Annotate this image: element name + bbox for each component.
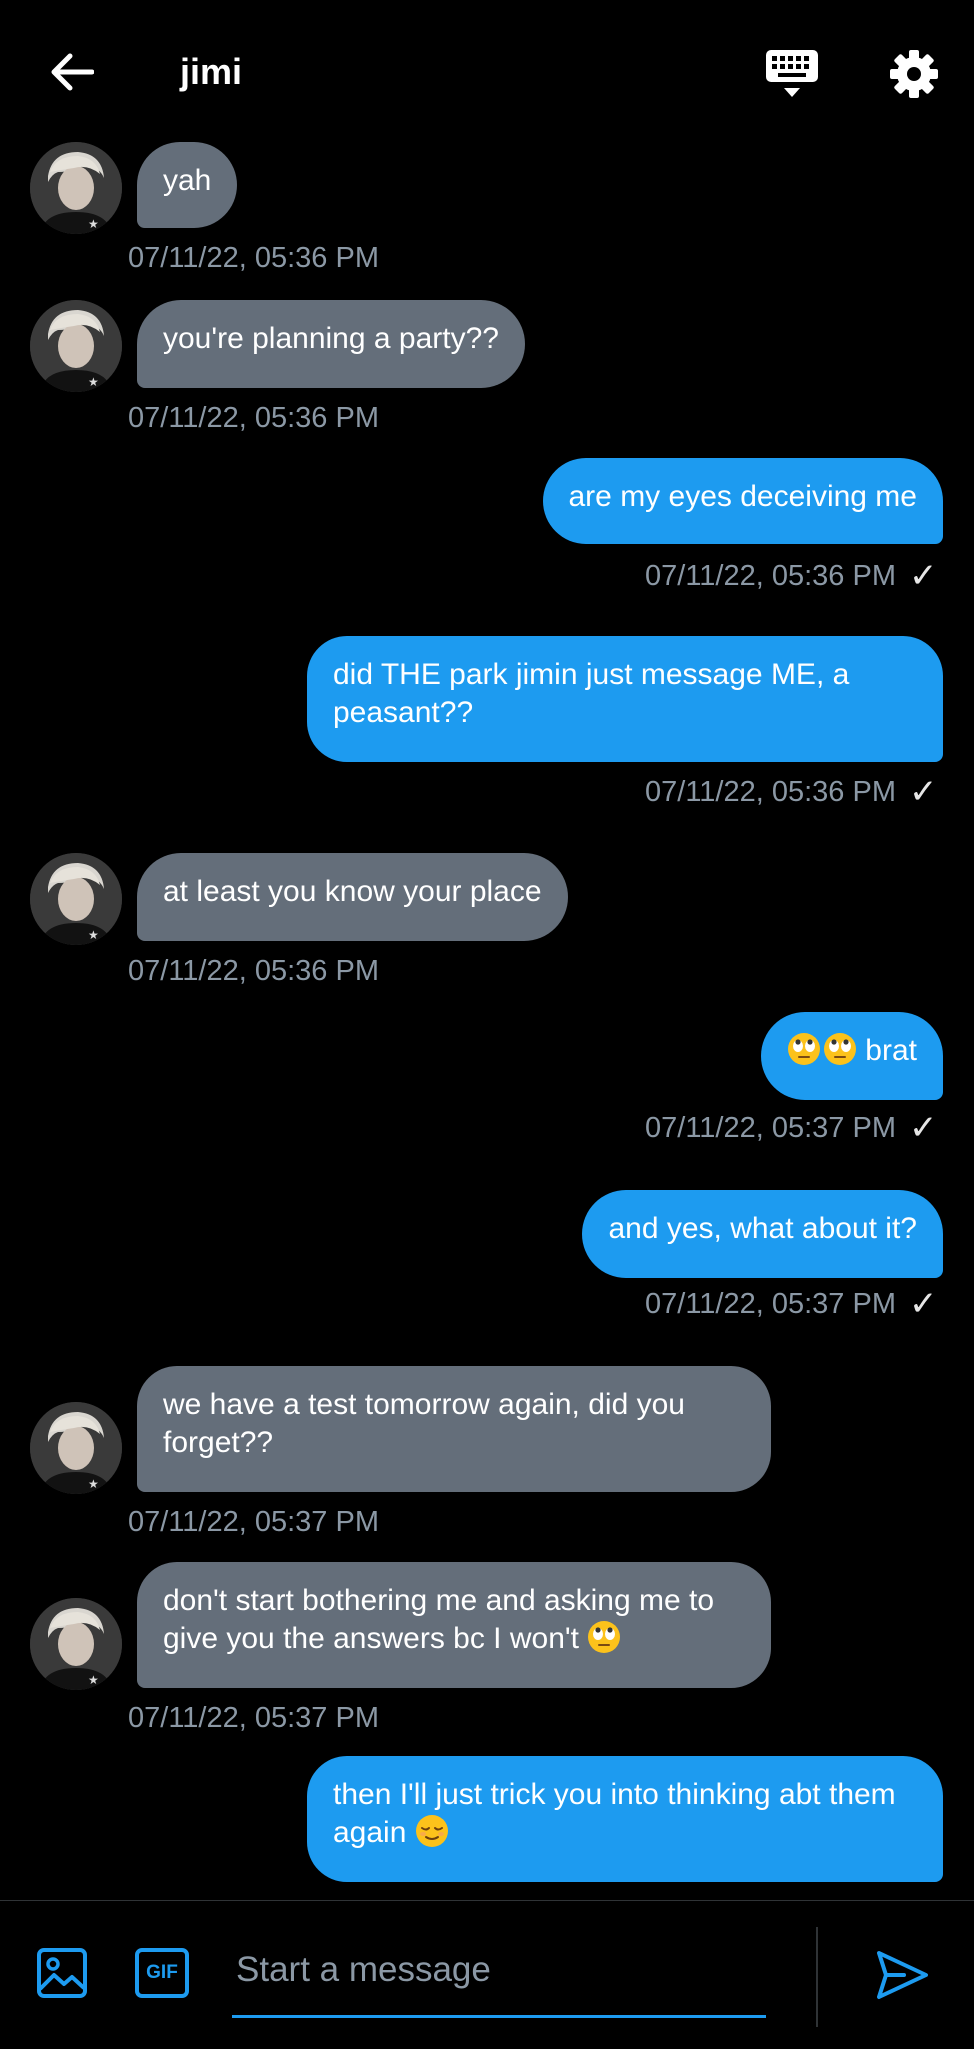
incoming-message[interactable]: you're planning a party?? — [137, 300, 525, 388]
svg-text:★: ★ — [88, 928, 99, 942]
message-text: at least you know your place — [163, 875, 542, 908]
message-text: don't start bothering me and asking me t… — [163, 1584, 715, 1655]
message-text: we have a test tomorrow again, did you f… — [163, 1388, 685, 1459]
avatar[interactable]: ★ — [30, 1402, 122, 1494]
read-check-icon: ✓ — [909, 557, 938, 595]
message-timestamp: 07/11/22, 05:36 PM — [128, 955, 379, 987]
conversation-title: jimi — [180, 51, 243, 92]
read-check-icon: ✓ — [909, 1109, 938, 1147]
back-button[interactable] — [42, 44, 102, 100]
keyboard-button[interactable] — [760, 44, 824, 104]
gear-icon — [890, 50, 938, 98]
eye-roll-emoji — [823, 1033, 856, 1065]
send-icon — [877, 1951, 928, 1999]
outgoing-message[interactable]: brat — [760, 1012, 943, 1100]
avatar-image: ★ — [30, 853, 122, 945]
message-timestamp: 07/11/22, 05:36 PM — [645, 776, 896, 808]
media-button[interactable] — [34, 1945, 90, 2001]
outgoing-message[interactable]: are my eyes deceiving me — [542, 458, 943, 544]
avatar-image: ★ — [30, 1402, 122, 1494]
svg-text:★: ★ — [88, 375, 99, 389]
relieved-emoji — [415, 1815, 448, 1847]
outgoing-message[interactable]: then I'll just trick you into thinking a… — [307, 1756, 943, 1882]
message-input-wrapper — [232, 1923, 766, 2018]
incoming-message[interactable]: don't start bothering me and asking me t… — [137, 1562, 771, 1688]
message-input[interactable] — [234, 1937, 758, 2003]
outgoing-message[interactable]: and yes, what about it? — [582, 1190, 943, 1278]
avatar-image: ★ — [30, 300, 122, 392]
outgoing-message[interactable]: did THE park jimin just message ME, a pe… — [307, 636, 943, 762]
send-button[interactable] — [872, 1945, 932, 2005]
composer-divider — [816, 1927, 818, 2027]
arrow-left-icon — [51, 53, 94, 91]
incoming-message[interactable]: yah — [137, 142, 238, 228]
message-list: ★ yah 07/11/22, 05:36 PM ★ you're planni… — [0, 140, 974, 1900]
message-timestamp: 07/11/22, 05:37 PM — [128, 1506, 379, 1538]
avatar-image: ★ — [30, 1598, 122, 1690]
gif-button[interactable]: GIF — [134, 1947, 190, 1999]
message-text: did THE park jimin just message ME, a pe… — [333, 658, 850, 729]
message-text: yah — [163, 164, 212, 197]
avatar[interactable]: ★ — [30, 853, 122, 945]
message-timestamp: 07/11/22, 05:36 PM — [645, 560, 896, 592]
svg-text:★: ★ — [88, 1673, 99, 1687]
read-check-icon: ✓ — [909, 773, 938, 811]
message-timestamp: 07/11/22, 05:37 PM — [645, 1288, 896, 1320]
eye-roll-emoji — [787, 1033, 820, 1065]
message-composer: GIF — [0, 1900, 974, 2049]
svg-text:★: ★ — [88, 217, 99, 231]
avatar[interactable]: ★ — [30, 142, 122, 234]
gif-label: GIF — [146, 1962, 178, 1983]
svg-text:★: ★ — [88, 1477, 99, 1491]
eye-roll-emoji — [588, 1621, 621, 1653]
conversation-header: jimi — [0, 0, 974, 140]
message-timestamp: 07/11/22, 05:36 PM — [128, 242, 379, 274]
read-check-icon: ✓ — [909, 1285, 938, 1323]
avatar[interactable]: ★ — [30, 300, 122, 392]
message-text: you're planning a party?? — [163, 322, 499, 355]
settings-button[interactable] — [884, 44, 944, 104]
incoming-message[interactable]: we have a test tomorrow again, did you f… — [137, 1366, 771, 1492]
message-text: brat — [865, 1034, 917, 1067]
image-icon — [37, 1948, 87, 1998]
message-timestamp: 07/11/22, 05:37 PM — [128, 1702, 379, 1734]
message-timestamp: 07/11/22, 05:37 PM — [645, 1112, 896, 1144]
avatar[interactable]: ★ — [30, 1598, 122, 1690]
message-text: are my eyes deceiving me — [568, 480, 918, 513]
avatar-image: ★ — [30, 142, 122, 234]
keyboard-icon — [766, 50, 818, 97]
message-text: and yes, what about it? — [608, 1212, 917, 1245]
incoming-message[interactable]: at least you know your place — [137, 853, 568, 941]
message-timestamp: 07/11/22, 05:36 PM — [128, 402, 379, 434]
